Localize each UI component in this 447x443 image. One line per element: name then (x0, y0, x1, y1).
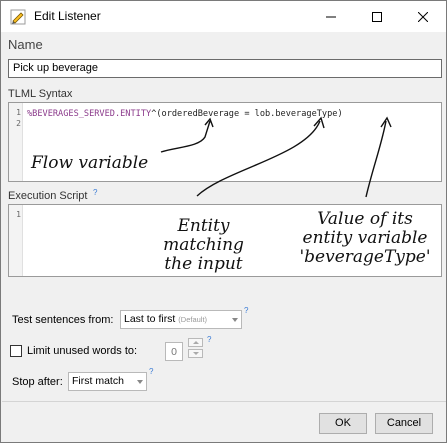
test-sentences-value: Last to first (124, 313, 176, 325)
annotation-line: Value of its (317, 209, 413, 229)
chevron-down-icon (232, 318, 238, 322)
annotation-line: the input (164, 254, 243, 274)
cancel-button[interactable]: Cancel (375, 413, 433, 434)
entity-variable-annotation: Value of its entity variable 'beverageTy… (285, 210, 445, 267)
stop-after-value: First match (72, 375, 124, 387)
annotation-line: Entity (177, 216, 230, 236)
line-number-gutter: 1 (9, 205, 23, 276)
edit-listener-app-icon (10, 9, 26, 25)
ok-button[interactable]: OK (319, 413, 367, 434)
line-number: 1 (16, 108, 21, 117)
minimize-button[interactable] (308, 1, 354, 32)
name-input[interactable]: Pick up beverage (8, 59, 442, 78)
code-entity-expression: ^(orderedBeverage = lob.beverageType) (151, 109, 343, 119)
chevron-down-icon (137, 380, 143, 384)
annotation-line: entity variable (302, 228, 428, 248)
limit-unused-words-help-icon[interactable]: ? (207, 335, 211, 344)
code-entity-variable: %BEVERAGES_SERVED.ENTITY (27, 109, 152, 119)
close-icon (418, 11, 428, 22)
execution-script-label: Execution Script (8, 190, 88, 202)
stop-after-label: Stop after: (12, 376, 63, 388)
maximize-button[interactable] (354, 1, 400, 32)
limit-unused-words-checkbox[interactable] (10, 345, 22, 357)
limit-unused-words-input[interactable]: 0 (165, 342, 183, 361)
close-button[interactable] (400, 1, 446, 32)
name-label: Name (8, 37, 43, 52)
test-sentences-label: Test sentences from: (12, 314, 114, 326)
maximize-icon (372, 11, 382, 22)
line-number: 2 (16, 119, 21, 128)
minimize-icon (326, 16, 336, 17)
stop-after-help-icon[interactable]: ? (149, 367, 153, 376)
tlml-code-line: %BEVERAGES_SERVED.ENTITY^(orderedBeverag… (27, 109, 343, 119)
stop-after-select[interactable]: First match (68, 372, 147, 391)
decrement-button[interactable] (188, 349, 203, 358)
line-number: 1 (16, 210, 21, 219)
window-title: Edit Listener (34, 9, 101, 23)
increment-button[interactable] (188, 338, 203, 347)
execution-script-help-icon[interactable]: ? (93, 188, 97, 197)
limit-unused-words-label: Limit unused words to: (27, 345, 138, 357)
flow-variable-annotation: Flow variable (31, 153, 149, 173)
footer-divider (2, 401, 446, 402)
edit-listener-dialog: Edit Listener Name Pick up beverage TLML… (0, 0, 447, 443)
test-sentences-help-icon[interactable]: ? (244, 306, 248, 315)
tlml-syntax-label: TLML Syntax (8, 88, 73, 100)
annotation-line: 'beverageType' (299, 247, 431, 267)
title-bar[interactable]: Edit Listener (1, 1, 446, 32)
line-number-gutter: 1 2 (9, 103, 23, 181)
test-sentences-default-hint: (Default) (178, 315, 208, 324)
test-sentences-select[interactable]: Last to first (Default) (120, 310, 242, 329)
entity-matching-annotation: Entity matching the input (151, 217, 256, 274)
annotation-line: matching (163, 235, 244, 255)
